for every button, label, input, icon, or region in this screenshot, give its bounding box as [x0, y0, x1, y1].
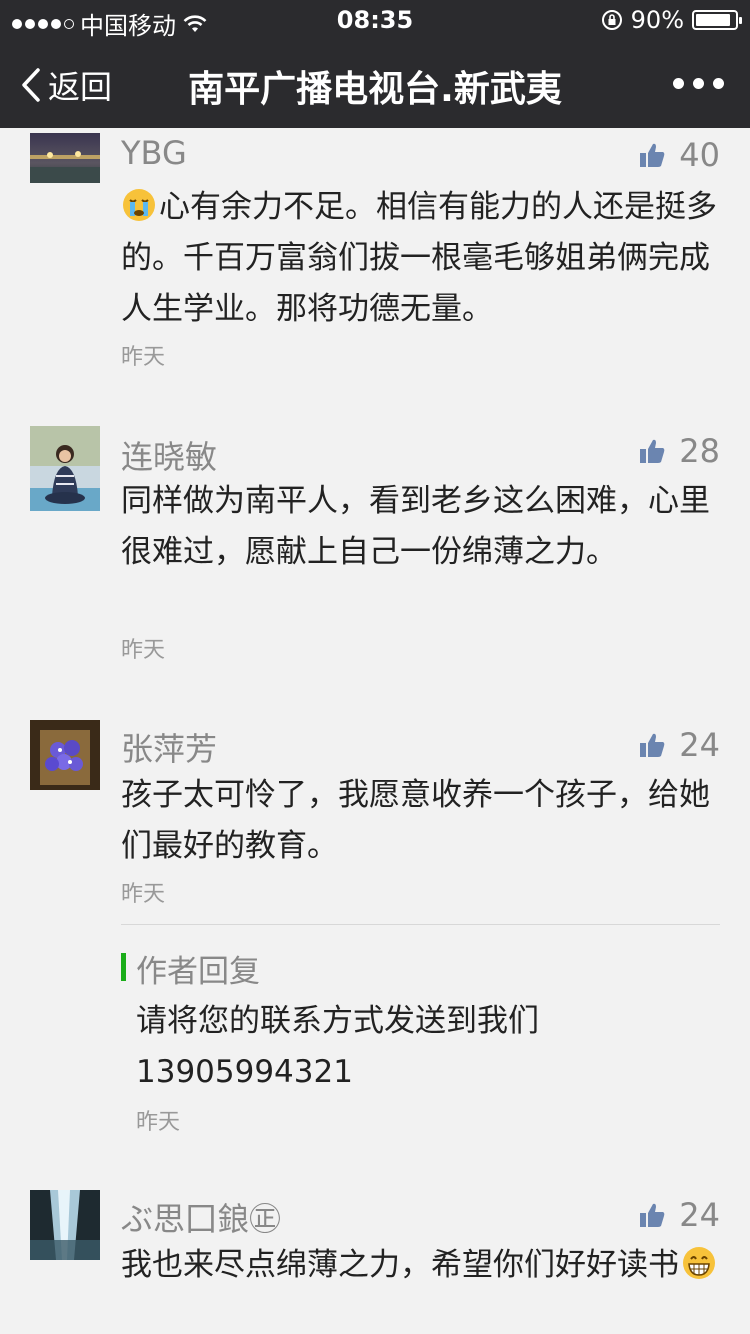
author-reply-marker [121, 953, 126, 981]
comment-time: 昨天 [121, 345, 166, 370]
avatar[interactable] [30, 720, 100, 790]
thumbs-up-icon [640, 733, 665, 757]
reply-divider [121, 924, 720, 925]
like-button[interactable]: 24 [639, 726, 720, 764]
like-button[interactable]: 24 [639, 1196, 720, 1234]
comment-text: 我也来尽点绵薄之力，希望你们好好读书 [121, 1240, 721, 1291]
thumbs-up-icon [640, 143, 665, 167]
like-count: 40 [679, 136, 720, 174]
avatar[interactable] [30, 426, 100, 511]
battery-icon [692, 10, 742, 30]
like-button[interactable]: 28 [639, 432, 720, 470]
grinning-face-icon [683, 1247, 715, 1279]
comment-author: ぶ思囗鋃㊣ [121, 1200, 282, 1238]
like-button[interactable]: 40 [639, 136, 720, 174]
comment-text: 心有余力不足。相信有能力的人还是挺多的。千百万富翁们拔一根毫毛够姐弟俩完成人生学… [121, 182, 721, 335]
like-count: 24 [679, 726, 720, 764]
comment-text: 孩子太可怜了，我愿意收养一个孩子，给她们最好的教育。 [121, 777, 710, 864]
comment-text-body: 心有余力不足。相信有能力的人还是挺多的。千百万富翁们拔一根毫毛够姐弟俩完成人生学… [121, 189, 717, 327]
author-reply-label: 作者回复 [136, 954, 260, 990]
comment-text-body: 我也来尽点绵薄之力，希望你们好好读书 [121, 1247, 679, 1283]
like-count: 28 [679, 432, 720, 470]
navigation-bar: 返回 南平广播电视台.新武夷 [0, 40, 750, 128]
status-bar: 中国移动 08:35 90% [0, 0, 750, 40]
author-reply-time: 昨天 [136, 1110, 181, 1135]
avatar[interactable] [30, 133, 100, 183]
avatar[interactable] [30, 1190, 100, 1260]
more-dots-icon [673, 78, 684, 89]
comment-author: YBG [121, 134, 187, 172]
thumbs-up-icon [640, 1203, 665, 1227]
thumbs-up-icon [640, 439, 665, 463]
status-right: 90% [601, 6, 742, 34]
comment-author: 连晓敏 [121, 438, 218, 476]
like-count: 24 [679, 1196, 720, 1234]
comment-time: 昨天 [121, 638, 166, 663]
author-reply-text: 请将您的联系方式发送到我们13905994321 [136, 1003, 539, 1090]
comment-time: 昨天 [121, 882, 166, 907]
comment-text: 同样做为南平人，看到老乡这么困难，心里很难过，愿献上自己一份绵薄之力。 [121, 483, 710, 570]
more-options-button[interactable] [673, 78, 724, 89]
battery-percent: 90% [630, 6, 684, 34]
orientation-lock-icon [601, 10, 622, 30]
comment-author: 张萍芳 [121, 730, 218, 768]
page-title: 南平广播电视台.新武夷 [188, 69, 562, 110]
crying-face-icon [123, 189, 155, 221]
